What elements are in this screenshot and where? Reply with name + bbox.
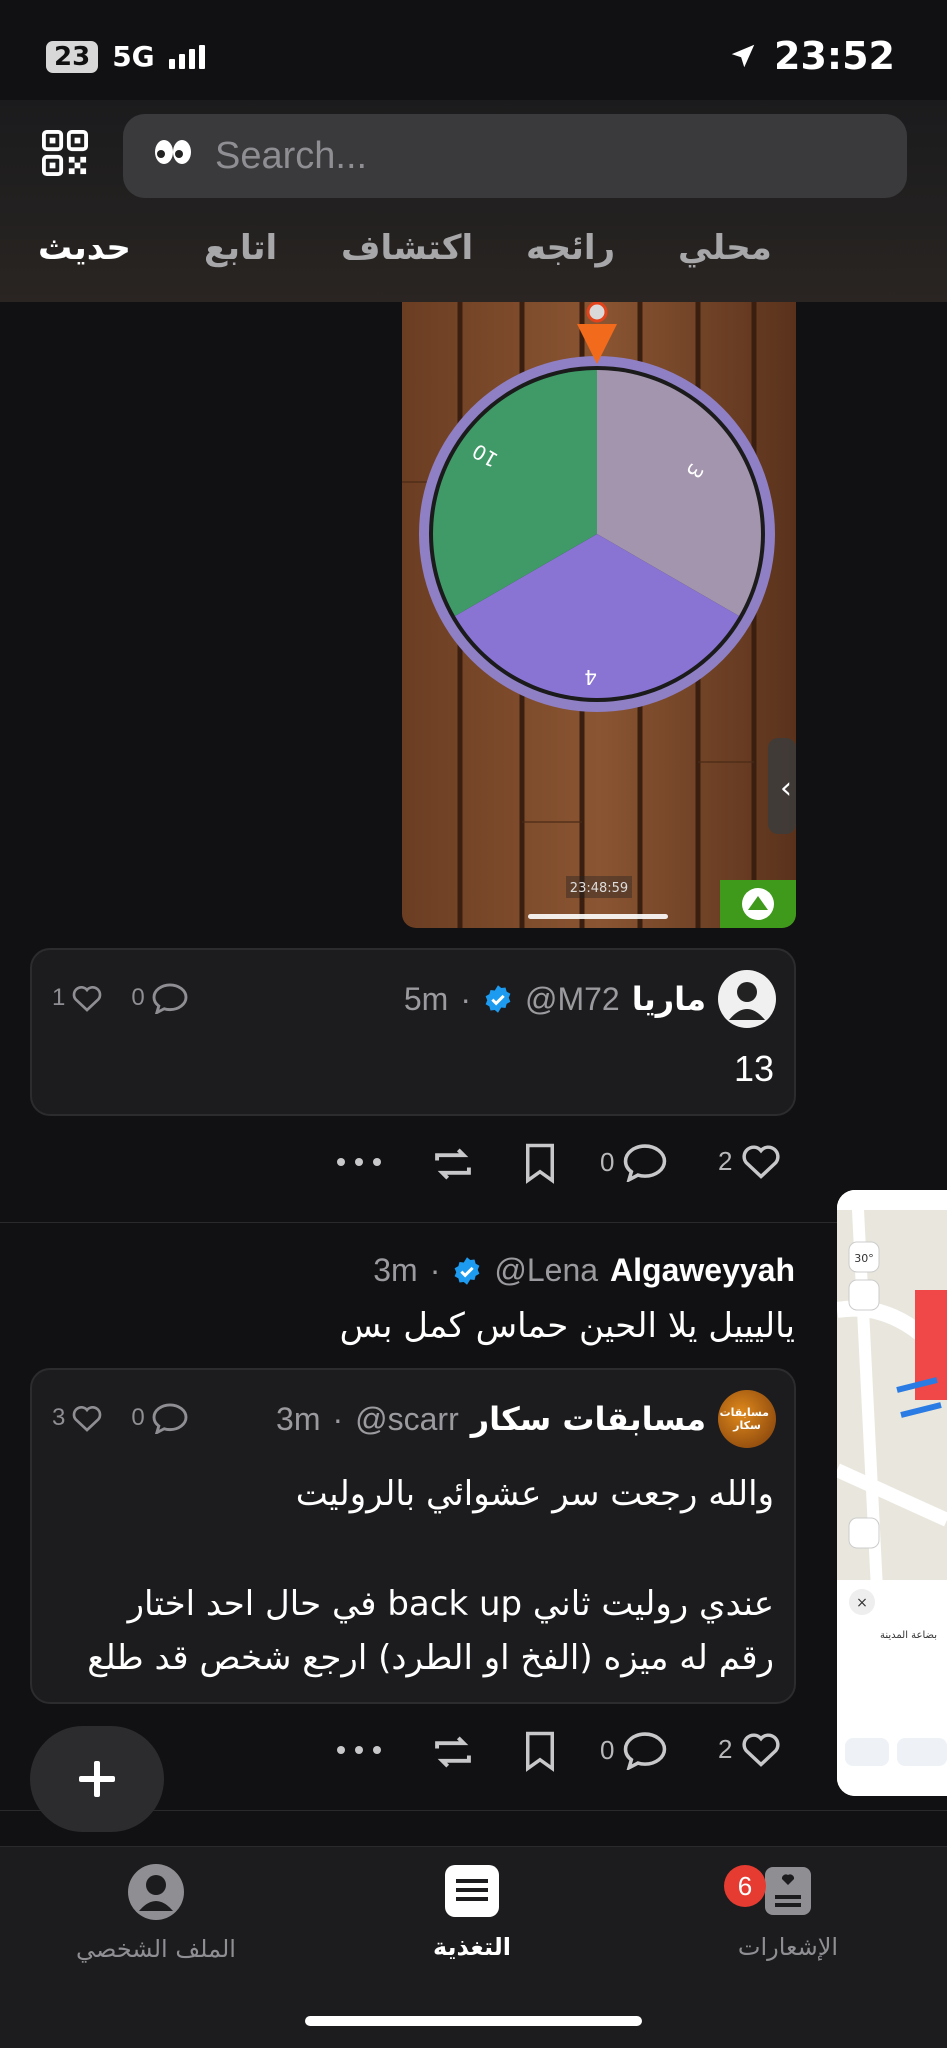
- tab-notifications[interactable]: الإشعارات: [678, 1863, 898, 1961]
- profile-icon: [128, 1864, 184, 1920]
- quote-text-line-1: والله رجعت سر عشوائي بالروليت: [295, 1474, 774, 1514]
- post-time: 3m: [276, 1400, 321, 1437]
- author-name[interactable]: ماريا: [632, 980, 706, 1018]
- comment-icon: [624, 1732, 667, 1770]
- tab-latest[interactable]: حديث: [38, 228, 131, 268]
- quoted-post-card[interactable]: مسابقات سكار مسابقات سكار @scarr · 3m 3 …: [30, 1368, 796, 1704]
- battery-indicator: 23: [46, 40, 99, 73]
- heart-icon: [73, 1406, 102, 1432]
- post-header: Algaweyyah @Lena · 3m: [373, 1252, 795, 1289]
- bookmark-icon[interactable]: [524, 1142, 556, 1184]
- quote-comment-count[interactable]: 0: [131, 1402, 188, 1434]
- feed-tabs: محلي رائجه اكتشاف اتابع حديث: [0, 228, 947, 278]
- quote-text: 13: [733, 1048, 774, 1089]
- tab-trending[interactable]: رائجه: [526, 228, 615, 268]
- tab-feed[interactable]: التغذية: [362, 1863, 582, 1961]
- comment-icon: [624, 1144, 667, 1182]
- post-time: 3m: [373, 1252, 418, 1288]
- author-handle: @M72: [524, 980, 620, 1017]
- compose-button[interactable]: [30, 1726, 164, 1832]
- comment-icon: [152, 983, 188, 1014]
- author-handle: @Lena: [494, 1252, 599, 1288]
- notification-badge: 6: [724, 1865, 766, 1907]
- repost-icon[interactable]: [430, 1144, 476, 1184]
- feed-icon: [445, 1865, 499, 1917]
- author-handle: @scarr: [355, 1400, 459, 1437]
- quote-like-count[interactable]: 3: [52, 1403, 103, 1433]
- more-options-icon[interactable]: [334, 1742, 384, 1758]
- author-name[interactable]: مسابقات سكار: [471, 1400, 706, 1438]
- repost-icon[interactable]: [430, 1732, 476, 1772]
- heart-icon: [742, 1145, 781, 1179]
- avatar[interactable]: مسابقات سكار: [718, 1390, 776, 1448]
- search-bar[interactable]: [123, 114, 907, 198]
- tab-local[interactable]: محلي: [678, 228, 772, 268]
- signal-icon: [168, 44, 205, 69]
- search-input[interactable]: [215, 134, 815, 178]
- quoted-post-card[interactable]: ماريا @M72 · 5m 1 0 13: [30, 948, 796, 1116]
- verified-icon: [485, 985, 511, 1013]
- comment-button[interactable]: 0: [600, 1730, 668, 1770]
- like-button[interactable]: 2: [718, 1730, 782, 1768]
- comment-icon: [152, 1403, 188, 1434]
- quote-comment-count[interactable]: 0: [131, 982, 188, 1014]
- avatar[interactable]: [718, 970, 776, 1028]
- svg-text:×: ×: [856, 1595, 868, 1611]
- home-indicator: [305, 2016, 642, 2026]
- network-label: 5G: [112, 40, 155, 73]
- tab-explore[interactable]: اكتشاف: [341, 228, 473, 268]
- post-text: ياليييل يلا الحين حماس كمل بس: [339, 1306, 795, 1346]
- wheel-label-4: 4: [584, 665, 597, 689]
- quote-text-line-2: عندي روليت ثاني back up في حال احد اختار: [127, 1584, 774, 1624]
- quote-text-line-3: رقم له ميزه (الفخ او الطرد) ارجع شخص قد …: [87, 1638, 774, 1678]
- like-button[interactable]: 2: [718, 1142, 782, 1180]
- svg-text:‹: ‹: [780, 771, 792, 806]
- post-image-roulette[interactable]: 3 4 10 ‹ 23:48:59: [402, 302, 796, 928]
- quote-like-count[interactable]: 1: [52, 983, 103, 1013]
- eyes-icon: [153, 138, 193, 174]
- heart-icon: [73, 986, 102, 1012]
- author-name[interactable]: Algaweyyah: [610, 1252, 795, 1289]
- location-arrow-icon: [731, 44, 755, 68]
- qr-code-icon[interactable]: [42, 130, 88, 176]
- floating-map-preview[interactable]: 30° × بضاعة المدينة: [837, 1190, 947, 1796]
- image-timestamp: 23:48:59: [570, 881, 628, 896]
- heart-icon: [742, 1733, 781, 1767]
- post-time: 5m: [403, 980, 449, 1017]
- notifications-icon: [765, 1867, 811, 1915]
- clock: 23:52: [774, 34, 895, 78]
- tab-following[interactable]: اتابع: [204, 228, 277, 268]
- comment-button[interactable]: 0: [600, 1142, 668, 1182]
- tab-profile[interactable]: الملف الشخصي: [46, 1863, 266, 1963]
- post-divider: [0, 1222, 947, 1223]
- bookmark-icon[interactable]: [524, 1730, 556, 1772]
- map-temperature: 30°: [854, 1252, 874, 1265]
- more-options-icon[interactable]: [334, 1154, 384, 1170]
- map-place-label: بضاعة المدينة: [880, 1630, 937, 1641]
- verified-icon: [454, 1256, 480, 1285]
- top-header: محلي رائجه اكتشاف اتابع حديث: [0, 100, 947, 302]
- plus-icon: [79, 1761, 115, 1797]
